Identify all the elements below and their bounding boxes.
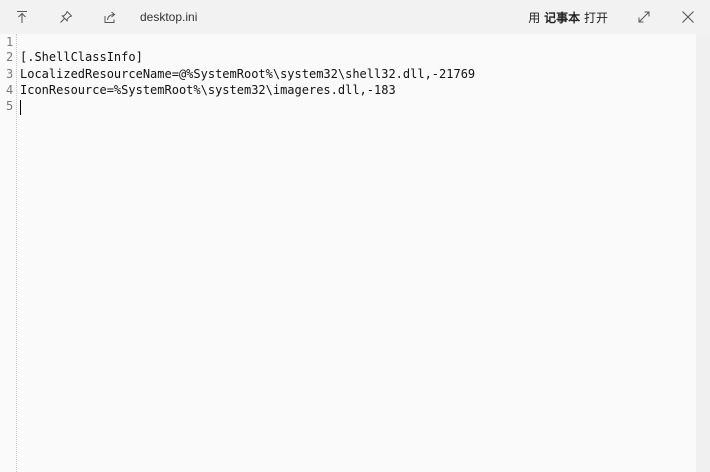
code-line[interactable]: [.ShellClassInfo]	[20, 49, 143, 66]
line-number: 3	[6, 67, 14, 81]
close-icon	[682, 11, 694, 23]
expand-button[interactable]	[622, 0, 666, 34]
text-caret	[20, 100, 21, 115]
code-line[interactable]: LocalizedResourceName=@%SystemRoot%\syst…	[20, 66, 475, 83]
pin-button[interactable]	[44, 0, 88, 34]
share-button[interactable]	[88, 0, 132, 34]
pin-icon	[60, 11, 72, 23]
open-with-notepad-button[interactable]: 用 记事本 打开	[528, 9, 608, 26]
line-number-gutter: 1 2 3 4 5	[0, 34, 17, 472]
close-button[interactable]	[666, 0, 710, 34]
line-number: 2	[6, 50, 14, 64]
line-number: 4	[6, 83, 14, 97]
open-with-suffix: 打开	[583, 10, 608, 25]
open-with-prefix: 用	[528, 10, 541, 25]
expand-icon	[638, 11, 650, 23]
file-name: desktop.ini	[140, 10, 198, 24]
open-with-app: 记事本	[544, 10, 581, 25]
title-bar: desktop.ini 用 记事本 打开	[0, 0, 710, 34]
text-editor[interactable]: 1 2 3 4 5 [.ShellClassInfo] LocalizedRes…	[0, 34, 696, 472]
vertical-scrollbar[interactable]	[696, 34, 710, 472]
move-up-icon	[17, 11, 27, 23]
move-up-button[interactable]	[0, 0, 44, 34]
code-line[interactable]: IconResource=%SystemRoot%\system32\image…	[20, 82, 396, 99]
line-number: 5	[6, 99, 14, 113]
share-icon	[104, 11, 116, 23]
